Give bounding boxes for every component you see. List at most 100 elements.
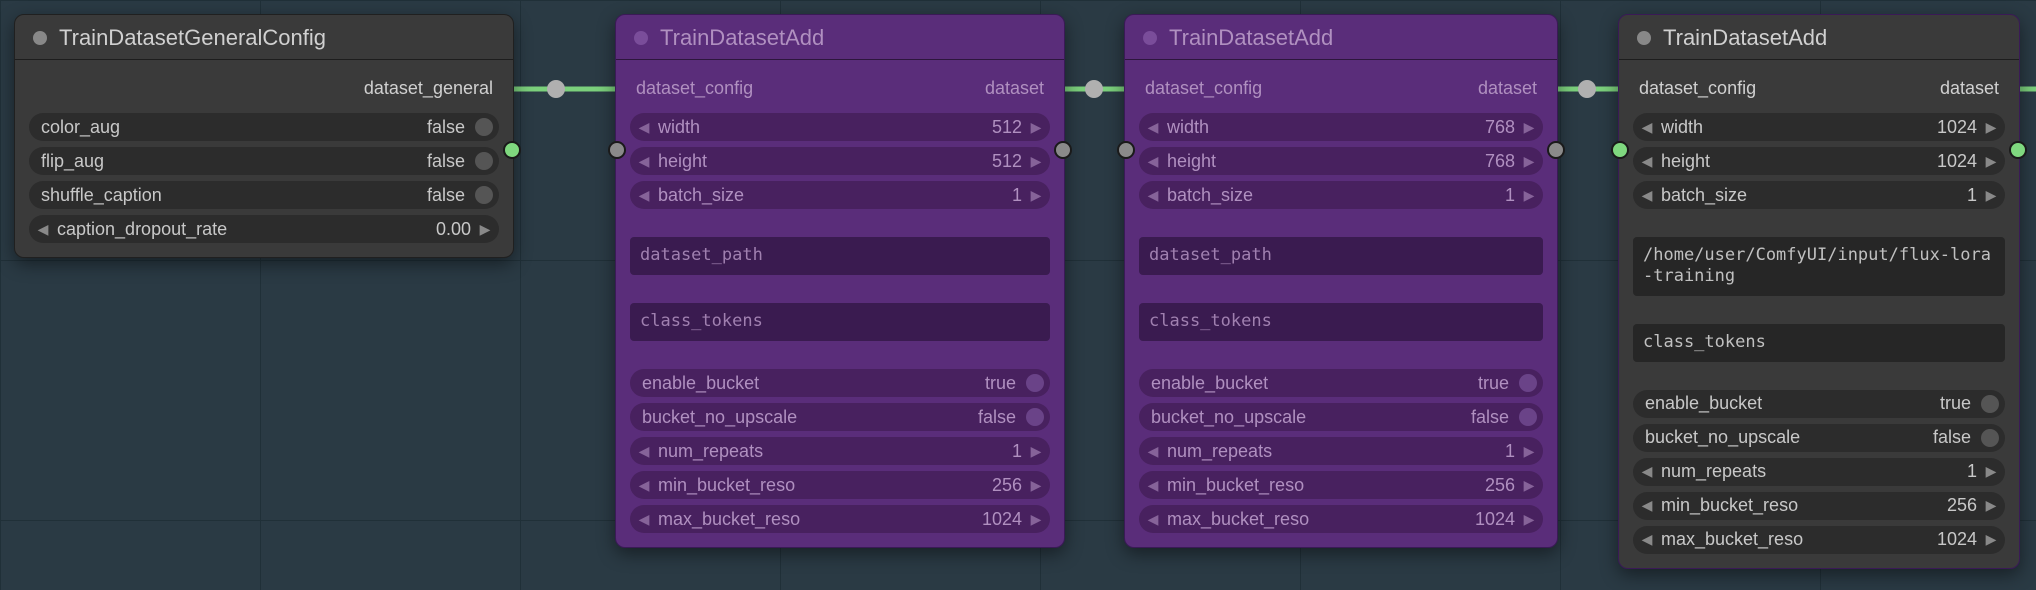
field-class-tokens[interactable]: class_tokens [1633, 324, 2005, 362]
field-enable-bucket[interactable]: enable_bucket true [630, 369, 1050, 397]
field-num-repeats[interactable]: ◀num_repeats1▶ [1139, 437, 1543, 465]
field-max-bucket-reso[interactable]: ◀max_bucket_reso1024▶ [1139, 505, 1543, 533]
arrow-right-icon[interactable]: ▶ [1519, 153, 1539, 170]
arrow-left-icon[interactable]: ◀ [1143, 119, 1163, 136]
output-port-dataset-general[interactable]: dataset_general [364, 78, 493, 99]
input-port-dataset-config[interactable]: dataset_config [636, 78, 753, 99]
output-port-dataset[interactable]: dataset [985, 78, 1044, 99]
arrow-left-icon[interactable]: ◀ [634, 511, 654, 528]
field-flip-aug[interactable]: flip_aug false [29, 147, 499, 175]
arrow-left-icon[interactable]: ◀ [33, 221, 53, 238]
node-title: TrainDatasetAdd [1169, 25, 1333, 51]
arrow-right-icon[interactable]: ▶ [1026, 119, 1046, 136]
field-min-bucket-reso[interactable]: ◀ min_bucket_reso256 ▶ [630, 471, 1050, 499]
node-header[interactable]: TrainDatasetAdd [1619, 15, 2019, 59]
collapse-dot-icon[interactable] [634, 31, 648, 45]
output-port-dataset[interactable]: dataset [1940, 78, 1999, 99]
arrow-left-icon[interactable]: ◀ [634, 187, 654, 204]
node-header[interactable]: TrainDatasetAdd [616, 15, 1064, 59]
arrow-right-icon[interactable]: ▶ [1026, 443, 1046, 460]
field-height[interactable]: ◀ height512 ▶ [630, 147, 1050, 175]
field-width[interactable]: ◀ width512 ▶ [630, 113, 1050, 141]
node-train-dataset-add-1[interactable]: TrainDatasetAdd dataset_config dataset ◀… [615, 14, 1065, 548]
input-port-dataset-config[interactable]: dataset_config [1639, 78, 1756, 99]
arrow-left-icon[interactable]: ◀ [1143, 477, 1163, 494]
field-max-bucket-reso[interactable]: ◀ max_bucket_reso1024 ▶ [630, 505, 1050, 533]
arrow-right-icon[interactable]: ▶ [1519, 443, 1539, 460]
field-batch-size[interactable]: ◀batch_size1▶ [1139, 181, 1543, 209]
arrow-left-icon[interactable]: ◀ [1637, 531, 1657, 548]
output-port-dataset[interactable]: dataset [1478, 78, 1537, 99]
field-dataset-path[interactable]: /home/user/ComfyUI/input/flux-lora-train… [1633, 237, 2005, 296]
arrow-right-icon[interactable]: ▶ [1981, 497, 2001, 514]
field-num-repeats[interactable]: ◀num_repeats1▶ [1633, 458, 2005, 486]
socket-out-icon[interactable] [2009, 141, 2027, 159]
node-train-dataset-add-3[interactable]: TrainDatasetAdd dataset_config dataset ◀… [1618, 14, 2020, 569]
socket-in-icon[interactable] [1117, 141, 1135, 159]
field-dataset-path[interactable]: dataset_path [630, 237, 1050, 275]
socket-in-icon[interactable] [608, 141, 626, 159]
arrow-left-icon[interactable]: ◀ [1143, 511, 1163, 528]
arrow-left-icon[interactable]: ◀ [634, 119, 654, 136]
arrow-right-icon[interactable]: ▶ [1026, 511, 1046, 528]
field-width[interactable]: ◀width1024▶ [1633, 113, 2005, 141]
arrow-right-icon[interactable]: ▶ [1519, 119, 1539, 136]
field-enable-bucket[interactable]: enable_buckettrue [1633, 390, 2005, 418]
arrow-right-icon[interactable]: ▶ [1026, 153, 1046, 170]
field-num-repeats[interactable]: ◀ num_repeats1 ▶ [630, 437, 1050, 465]
arrow-right-icon[interactable]: ▶ [1026, 477, 1046, 494]
node-header[interactable]: TrainDatasetAdd [1125, 15, 1557, 59]
arrow-left-icon[interactable]: ◀ [634, 443, 654, 460]
field-class-tokens[interactable]: class_tokens [1139, 303, 1543, 341]
arrow-right-icon[interactable]: ▶ [1519, 511, 1539, 528]
node-train-dataset-general-config[interactable]: TrainDatasetGeneralConfig dataset_genera… [14, 14, 514, 258]
arrow-left-icon[interactable]: ◀ [1143, 153, 1163, 170]
arrow-right-icon[interactable]: ▶ [1519, 477, 1539, 494]
field-min-bucket-reso[interactable]: ◀min_bucket_reso256▶ [1633, 492, 2005, 520]
field-batch-size[interactable]: ◀batch_size1▶ [1633, 181, 2005, 209]
field-bucket-no-upscale[interactable]: bucket_no_upscale false [630, 403, 1050, 431]
collapse-dot-icon[interactable] [1143, 31, 1157, 45]
arrow-left-icon[interactable]: ◀ [1637, 187, 1657, 204]
arrow-left-icon[interactable]: ◀ [1637, 153, 1657, 170]
field-enable-bucket[interactable]: enable_buckettrue [1139, 369, 1543, 397]
field-height[interactable]: ◀height1024▶ [1633, 147, 2005, 175]
arrow-right-icon[interactable]: ▶ [1026, 187, 1046, 204]
field-bucket-no-upscale[interactable]: bucket_no_upscalefalse [1633, 424, 2005, 452]
node-train-dataset-add-2[interactable]: TrainDatasetAdd dataset_config dataset ◀… [1124, 14, 1558, 548]
field-dataset-path[interactable]: dataset_path [1139, 237, 1543, 275]
field-caption-dropout-rate[interactable]: ◀ caption_dropout_rate 0.00 ▶ [29, 215, 499, 243]
collapse-dot-icon[interactable] [33, 31, 47, 45]
arrow-right-icon[interactable]: ▶ [1519, 187, 1539, 204]
field-batch-size[interactable]: ◀ batch_size1 ▶ [630, 181, 1050, 209]
field-bucket-no-upscale[interactable]: bucket_no_upscalefalse [1139, 403, 1543, 431]
node-canvas[interactable]: TrainDatasetGeneralConfig dataset_genera… [0, 0, 2036, 590]
arrow-left-icon[interactable]: ◀ [1637, 497, 1657, 514]
socket-in-icon[interactable] [1611, 141, 1629, 159]
field-class-tokens[interactable]: class_tokens [630, 303, 1050, 341]
field-min-bucket-reso[interactable]: ◀min_bucket_reso256▶ [1139, 471, 1543, 499]
arrow-left-icon[interactable]: ◀ [1637, 119, 1657, 136]
arrow-left-icon[interactable]: ◀ [1143, 187, 1163, 204]
arrow-left-icon[interactable]: ◀ [634, 153, 654, 170]
arrow-left-icon[interactable]: ◀ [1143, 443, 1163, 460]
arrow-right-icon[interactable]: ▶ [475, 221, 495, 238]
arrow-left-icon[interactable]: ◀ [634, 477, 654, 494]
field-color-aug[interactable]: color_aug false [29, 113, 499, 141]
arrow-right-icon[interactable]: ▶ [1981, 187, 2001, 204]
field-width[interactable]: ◀width768▶ [1139, 113, 1543, 141]
socket-out-icon[interactable] [1054, 141, 1072, 159]
field-height[interactable]: ◀height768▶ [1139, 147, 1543, 175]
socket-out-icon[interactable] [503, 141, 521, 159]
arrow-right-icon[interactable]: ▶ [1981, 531, 2001, 548]
arrow-right-icon[interactable]: ▶ [1981, 119, 2001, 136]
socket-out-icon[interactable] [1547, 141, 1565, 159]
field-max-bucket-reso[interactable]: ◀max_bucket_reso1024▶ [1633, 526, 2005, 554]
arrow-left-icon[interactable]: ◀ [1637, 463, 1657, 480]
node-header[interactable]: TrainDatasetGeneralConfig [15, 15, 513, 59]
collapse-dot-icon[interactable] [1637, 31, 1651, 45]
input-port-dataset-config[interactable]: dataset_config [1145, 78, 1262, 99]
arrow-right-icon[interactable]: ▶ [1981, 463, 2001, 480]
arrow-right-icon[interactable]: ▶ [1981, 153, 2001, 170]
field-shuffle-caption[interactable]: shuffle_caption false [29, 181, 499, 209]
